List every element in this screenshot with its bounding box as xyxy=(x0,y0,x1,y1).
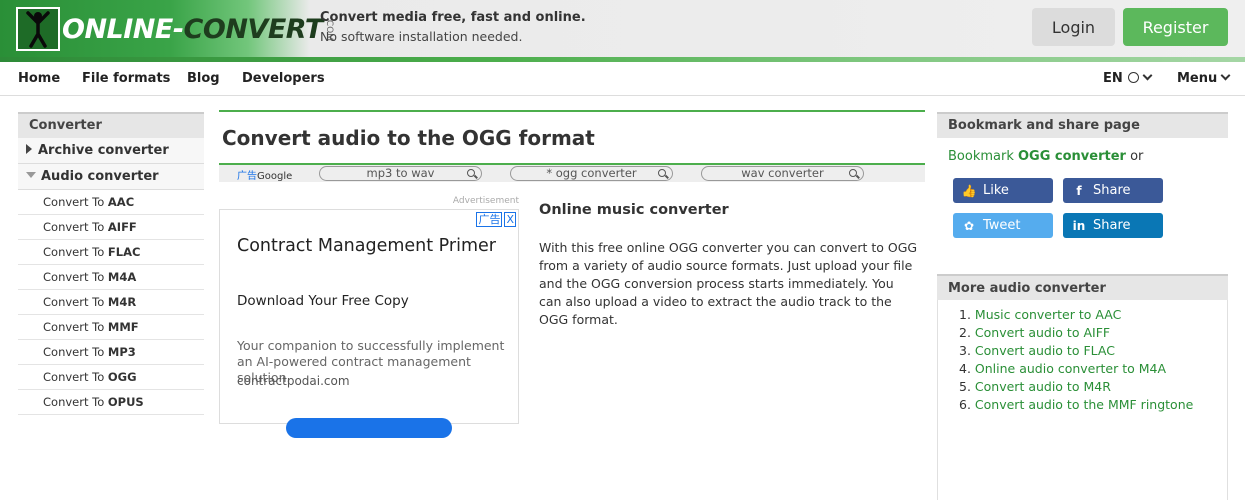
sidebar-link-aac[interactable]: Convert To AAC xyxy=(18,190,204,215)
tagline-title: Convert media free, fast and online. xyxy=(320,10,586,25)
more-converters-list: 1. Music converter to AAC 2. Convert aud… xyxy=(938,300,1227,414)
related-searches-bar: 广告Google mp3 to wav * ogg converter wav … xyxy=(219,165,925,182)
register-button[interactable]: Register xyxy=(1123,8,1228,46)
sidebar-heading: Converter xyxy=(18,112,204,138)
search-icon xyxy=(849,169,857,177)
sidebar-link-opus[interactable]: Convert To OPUS xyxy=(18,390,204,415)
sidebar-item-label: Audio converter xyxy=(41,169,159,184)
converter-sidebar: Converter Archive converter Audio conver… xyxy=(18,112,204,415)
globe-icon xyxy=(1127,72,1139,83)
ad-label: Advertisement xyxy=(452,196,519,206)
intro-section: Online music converter With this free on… xyxy=(539,202,919,329)
caret-down-icon xyxy=(26,172,36,178)
ad-choices-label: 广告 xyxy=(476,212,503,227)
nav-home[interactable]: Home xyxy=(18,71,60,86)
sidebar-item-archive[interactable]: Archive converter xyxy=(18,138,204,164)
twitter-tweet-button[interactable]: ✿ Tweet xyxy=(953,213,1053,238)
sidebar-item-audio[interactable]: Audio converter xyxy=(18,164,204,190)
ad-domain[interactable]: contractpodai.com xyxy=(237,374,350,388)
list-item[interactable]: 4. Online audio converter to M4A xyxy=(959,360,1227,378)
ad-cta-button[interactable] xyxy=(286,418,452,438)
tagline-subtitle: No software installation needed. xyxy=(320,29,523,44)
close-icon[interactable]: X xyxy=(504,212,516,227)
ad-subheadline[interactable]: Download Your Free Copy xyxy=(237,293,409,309)
menu-button[interactable]: Menu xyxy=(1177,70,1231,86)
login-button[interactable]: Login xyxy=(1032,8,1115,46)
sidebar-link-flac[interactable]: Convert To FLAC xyxy=(18,240,204,265)
chevron-down-icon xyxy=(1142,70,1153,81)
menu-label: Menu xyxy=(1177,71,1218,86)
more-heading: More audio converter xyxy=(937,274,1228,300)
sidebar-link-ogg[interactable]: Convert To OGG xyxy=(18,365,204,390)
chevron-down-icon xyxy=(1220,70,1231,81)
main-content: Convert audio to the OGG format 广告Google… xyxy=(219,110,925,438)
list-item[interactable]: 5. Convert audio to M4R xyxy=(959,378,1227,396)
title-box: Convert audio to the OGG format xyxy=(219,110,925,165)
thumbs-up-icon: 👍 xyxy=(961,183,977,198)
sidebar-link-m4r[interactable]: Convert To M4R xyxy=(18,290,204,315)
bookmark-link[interactable]: OGG converter xyxy=(1018,149,1126,164)
sidebar-link-mp3[interactable]: Convert To MP3 xyxy=(18,340,204,365)
related-search-pill[interactable]: * ogg converter xyxy=(510,166,673,181)
page-title: Convert audio to the OGG format xyxy=(222,126,595,150)
section-heading: Online music converter xyxy=(539,202,729,218)
facebook-share-button[interactable]: f Share xyxy=(1063,178,1163,203)
more-converters-box: More audio converter 1. Music converter … xyxy=(937,274,1228,500)
search-icon xyxy=(658,169,666,177)
advertisement[interactable]: 广告 X Contract Management Primer Download … xyxy=(219,209,519,438)
caret-right-icon xyxy=(26,144,32,154)
main-nav: Home File formats Blog Developers EN Men… xyxy=(0,62,1245,96)
bookmark-heading: Bookmark and share page xyxy=(937,112,1228,138)
language-label: EN xyxy=(1103,71,1123,86)
ad-choices[interactable]: 广告 X xyxy=(474,211,516,227)
right-sidebar: Bookmark and share page Bookmark OGG con… xyxy=(937,112,1228,500)
tagline: Convert media free, fast and online. No … xyxy=(320,10,586,44)
section-body: With this free online OGG converter you … xyxy=(539,240,918,327)
list-item[interactable]: 6. Convert audio to the MMF ringtone xyxy=(959,396,1227,414)
sidebar-link-mmf[interactable]: Convert To MMF xyxy=(18,315,204,340)
facebook-icon: f xyxy=(1076,183,1082,198)
linkedin-share-button[interactable]: in Share xyxy=(1063,213,1163,238)
facebook-like-button[interactable]: 👍 Like xyxy=(953,178,1053,203)
search-icon xyxy=(467,169,475,177)
list-item[interactable]: 1. Music converter to AAC xyxy=(959,306,1227,324)
linkedin-icon: in xyxy=(1072,218,1086,233)
related-search-pill[interactable]: mp3 to wav xyxy=(319,166,482,181)
nav-file-formats[interactable]: File formats xyxy=(82,71,170,86)
related-search-pill[interactable]: wav converter xyxy=(701,166,864,181)
logo-wordmark: ONLINE-CONVERT xyxy=(62,13,323,45)
more-converters-list-box: 1. Music converter to AAC 2. Convert aud… xyxy=(937,300,1228,500)
list-item[interactable]: 2. Convert audio to AIFF xyxy=(959,324,1227,342)
sidebar-link-m4a[interactable]: Convert To M4A xyxy=(18,265,204,290)
nav-blog[interactable]: Blog xyxy=(187,71,220,86)
site-logo[interactable]: ONLINE-CONVERT .COM xyxy=(16,5,334,53)
sidebar-link-aiff[interactable]: Convert To AIFF xyxy=(18,215,204,240)
ad-headline[interactable]: Contract Management Primer xyxy=(237,236,496,256)
site-header: ONLINE-CONVERT .COM Convert media free, … xyxy=(0,0,1245,62)
sidebar-item-label: Archive converter xyxy=(38,143,169,158)
person-arms-up-icon xyxy=(16,7,60,51)
list-item[interactable]: 3. Convert audio to FLAC xyxy=(959,342,1227,360)
nav-developers[interactable]: Developers xyxy=(242,71,325,86)
bookmark-line: Bookmark OGG converter or xyxy=(948,149,1144,164)
twitter-icon: ✿ xyxy=(963,218,975,233)
language-selector[interactable]: EN xyxy=(1103,70,1153,86)
google-ads-label: 广告Google xyxy=(237,171,293,182)
